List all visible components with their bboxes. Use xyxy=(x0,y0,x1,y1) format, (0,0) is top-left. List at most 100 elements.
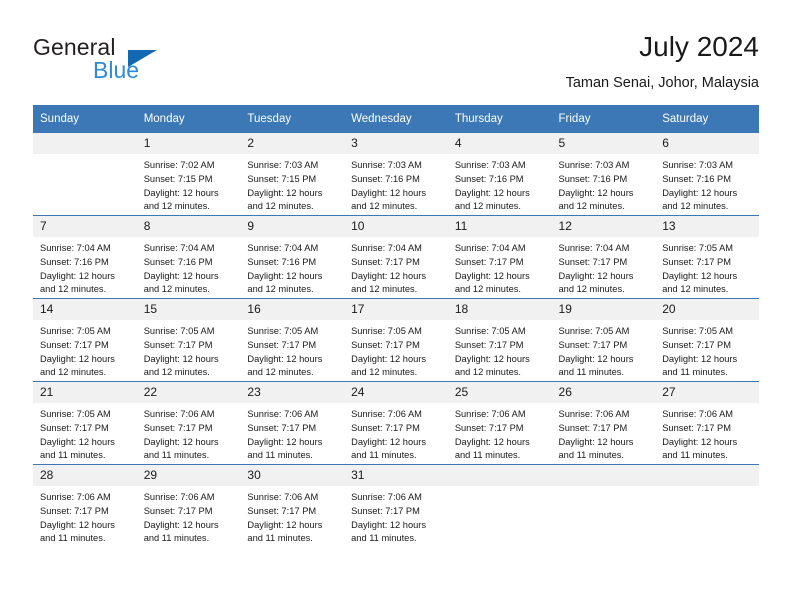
day-number: 21 xyxy=(33,382,137,403)
calendar-week-row: 21 Sunrise: 7:05 AM Sunset: 7:17 PM Dayligh… xyxy=(33,381,759,465)
sunset-text: Sunset: 7:16 PM xyxy=(143,256,213,267)
daylight-text: and 11 minutes. xyxy=(247,533,313,544)
day-number: 1 xyxy=(136,133,241,154)
day-number: 2 xyxy=(240,133,345,154)
daylight-text: and 12 minutes. xyxy=(351,201,418,212)
daylight-text: and 11 minutes. xyxy=(558,450,624,461)
day-number: 5 xyxy=(551,133,656,154)
calendar-day-cell[interactable]: 2 Sunrise: 7:03 AM Sunset: 7:15 PM Daylight… xyxy=(240,133,345,216)
calendar-day-cell[interactable]: 30 Sunrise: 7:06 AM Sunset: 7:17 PM Dayligh… xyxy=(240,464,345,547)
day-number: 18 xyxy=(447,299,552,320)
day-number: 4 xyxy=(447,133,552,154)
day-number xyxy=(33,133,137,154)
sunrise-text: Sunrise: 7:06 AM xyxy=(351,409,422,419)
day-number: 27 xyxy=(655,382,759,403)
daylight-text: and 11 minutes. xyxy=(351,450,417,461)
sunrise-text: Sunrise: 7:06 AM xyxy=(247,492,319,502)
weekday-header: Sunday Monday Tuesday Wednesday Thursday Frid… xyxy=(33,105,759,133)
calendar-day-cell[interactable]: 28 Sunrise: 7:06 AM Sunset: 7:17 PM Dayligh… xyxy=(33,464,137,547)
calendar-day-cell[interactable]: 25 Sunrise: 7:06 AM Sunset: 7:17 PM Dayligh… xyxy=(447,381,552,465)
calendar-day-cell[interactable]: 31 Sunrise: 7:06 AM Sunset: 7:17 PM Dayligh… xyxy=(344,464,448,547)
calendar-day-cell[interactable]: 3 Sunrise: 7:03 AM Sunset: 7:16 PM Daylight… xyxy=(344,133,448,216)
sunset-text: Sunset: 7:16 PM xyxy=(558,173,628,184)
calendar-day-cell[interactable]: 15 Sunrise: 7:05 AM Sunset: 7:17 PM Dayligh… xyxy=(136,298,241,382)
sunrise-text: Sunrise: 7:06 AM xyxy=(662,409,734,419)
day-details: Sunrise: 7:04 AM Sunset: 7:17 PM Daylight:… xyxy=(448,237,552,297)
weekday-header-saturday: Saturday xyxy=(655,105,759,133)
day-details: Sunrise: 7:03 AM Sunset: 7:15 PM Daylight:… xyxy=(240,154,344,214)
calendar-day-cell[interactable]: 13 Sunrise: 7:05 AM Sunset: 7:17 PM Dayligh… xyxy=(655,215,759,299)
day-details: Sunrise: 7:06 AM Sunset: 7:17 PM Daylight:… xyxy=(552,403,656,463)
calendar-day-cell[interactable]: 8 Sunrise: 7:04 AM Sunset: 7:16 PM Daylight… xyxy=(136,215,241,299)
daylight-text: Daylight: 12 hours xyxy=(351,353,427,364)
daylight-text: and 12 minutes. xyxy=(558,201,625,212)
calendar-day-cell[interactable]: 19 Sunrise: 7:05 AM Sunset: 7:17 PM Dayligh… xyxy=(551,298,656,382)
day-details: Sunrise: 7:05 AM Sunset: 7:17 PM Daylight:… xyxy=(655,237,759,297)
day-number: 13 xyxy=(655,216,759,237)
daylight-text: Daylight: 12 hours xyxy=(247,519,323,530)
sunrise-text: Sunrise: 7:06 AM xyxy=(351,492,422,502)
day-number: 9 xyxy=(240,216,345,237)
calendar-day-cell[interactable]: 9 Sunrise: 7:04 AM Sunset: 7:16 PM Daylight… xyxy=(240,215,345,299)
day-details: Sunrise: 7:06 AM Sunset: 7:17 PM Daylight:… xyxy=(448,403,552,463)
day-details: Sunrise: 7:02 AM Sunset: 7:15 PM Daylight:… xyxy=(137,154,241,214)
daylight-text: Daylight: 12 hours xyxy=(351,436,427,447)
sunset-text: Sunset: 7:16 PM xyxy=(247,256,317,267)
day-number: 30 xyxy=(240,465,345,486)
calendar-day-cell[interactable]: 4 Sunrise: 7:03 AM Sunset: 7:16 PM Daylight… xyxy=(447,133,552,216)
daylight-text: and 12 minutes. xyxy=(143,201,210,212)
calendar-day-cell[interactable]: 14 Sunrise: 7:05 AM Sunset: 7:17 PM Dayligh… xyxy=(33,298,137,382)
sunrise-text: Sunrise: 7:03 AM xyxy=(247,160,319,170)
calendar-day-cell[interactable]: 26 Sunrise: 7:06 AM Sunset: 7:17 PM Dayligh… xyxy=(551,381,656,465)
sunset-text: Sunset: 7:17 PM xyxy=(454,339,524,350)
daylight-text: and 12 minutes. xyxy=(454,284,521,295)
calendar-cell-empty xyxy=(655,464,759,547)
day-details: Sunrise: 7:06 AM Sunset: 7:17 PM Daylight:… xyxy=(655,403,759,463)
calendar-day-cell[interactable]: 10 Sunrise: 7:04 AM Sunset: 7:17 PM Dayligh… xyxy=(344,215,448,299)
daylight-text: and 11 minutes. xyxy=(40,533,106,544)
day-number: 25 xyxy=(447,382,552,403)
calendar-day-cell[interactable]: 11 Sunrise: 7:04 AM Sunset: 7:17 PM Dayligh… xyxy=(447,215,552,299)
calendar-day-cell[interactable]: 7 Sunrise: 7:04 AM Sunset: 7:16 PM Daylight… xyxy=(33,215,137,299)
sunrise-text: Sunrise: 7:06 AM xyxy=(454,409,526,419)
calendar-day-cell[interactable]: 23 Sunrise: 7:06 AM Sunset: 7:17 PM Dayligh… xyxy=(240,381,345,465)
day-number: 14 xyxy=(33,299,137,320)
daylight-text: and 12 minutes. xyxy=(143,284,210,295)
calendar-day-cell[interactable]: 6 Sunrise: 7:03 AM Sunset: 7:16 PM Daylight… xyxy=(655,133,759,216)
calendar-day-cell[interactable]: 27 Sunrise: 7:06 AM Sunset: 7:17 PM Dayligh… xyxy=(655,381,759,465)
daylight-text: and 11 minutes. xyxy=(40,450,106,461)
calendar-day-cell[interactable]: 20 Sunrise: 7:05 AM Sunset: 7:17 PM Dayligh… xyxy=(655,298,759,382)
day-details: Sunrise: 7:05 AM Sunset: 7:17 PM Daylight:… xyxy=(137,320,241,380)
daylight-text: Daylight: 12 hours xyxy=(351,270,427,281)
weekday-header-thursday: Thursday xyxy=(447,105,552,133)
calendar-day-cell[interactable]: 16 Sunrise: 7:05 AM Sunset: 7:17 PM Dayligh… xyxy=(240,298,345,382)
day-details: Sunrise: 7:04 AM Sunset: 7:17 PM Daylight:… xyxy=(344,237,448,297)
day-number: 7 xyxy=(33,216,137,237)
daylight-text: and 12 minutes. xyxy=(662,201,729,212)
day-number: 11 xyxy=(447,216,552,237)
calendar-day-cell[interactable]: 18 Sunrise: 7:05 AM Sunset: 7:17 PM Dayligh… xyxy=(447,298,552,382)
day-details: Sunrise: 7:03 AM Sunset: 7:16 PM Daylight:… xyxy=(344,154,448,214)
calendar-day-cell[interactable]: 5 Sunrise: 7:03 AM Sunset: 7:16 PM Daylight… xyxy=(551,133,656,216)
calendar-day-cell[interactable]: 21 Sunrise: 7:05 AM Sunset: 7:17 PM Dayligh… xyxy=(33,381,137,465)
sunrise-text: Sunrise: 7:02 AM xyxy=(143,160,215,170)
daylight-text: Daylight: 12 hours xyxy=(662,436,738,447)
calendar-day-cell[interactable]: 29 Sunrise: 7:06 AM Sunset: 7:17 PM Dayligh… xyxy=(136,464,241,547)
calendar-week-row: 28 Sunrise: 7:06 AM Sunset: 7:17 PM Dayligh… xyxy=(33,464,759,547)
daylight-text: and 11 minutes. xyxy=(351,533,417,544)
calendar-day-cell[interactable]: 24 Sunrise: 7:06 AM Sunset: 7:17 PM Dayligh… xyxy=(344,381,448,465)
sunset-text: Sunset: 7:17 PM xyxy=(247,339,317,350)
calendar-day-cell[interactable]: 1 Sunrise: 7:02 AM Sunset: 7:15 PM Daylight… xyxy=(136,133,241,216)
general-blue-logo[interactable]: General Blue xyxy=(33,34,233,92)
calendar-day-cell[interactable]: 12 Sunrise: 7:04 AM Sunset: 7:17 PM Dayligh… xyxy=(551,215,656,299)
calendar-day-cell[interactable]: 22 Sunrise: 7:06 AM Sunset: 7:17 PM Dayligh… xyxy=(136,381,241,465)
day-number: 8 xyxy=(136,216,241,237)
calendar-day-cell[interactable]: 17 Sunrise: 7:05 AM Sunset: 7:17 PM Dayligh… xyxy=(344,298,448,382)
daylight-text: Daylight: 12 hours xyxy=(247,270,323,281)
daylight-text: Daylight: 12 hours xyxy=(143,436,219,447)
daylight-text: and 12 minutes. xyxy=(351,367,418,378)
daylight-text: and 12 minutes. xyxy=(247,284,314,295)
sunset-text: Sunset: 7:17 PM xyxy=(351,422,420,433)
daylight-text: Daylight: 12 hours xyxy=(143,353,219,364)
daylight-text: Daylight: 12 hours xyxy=(454,353,530,364)
